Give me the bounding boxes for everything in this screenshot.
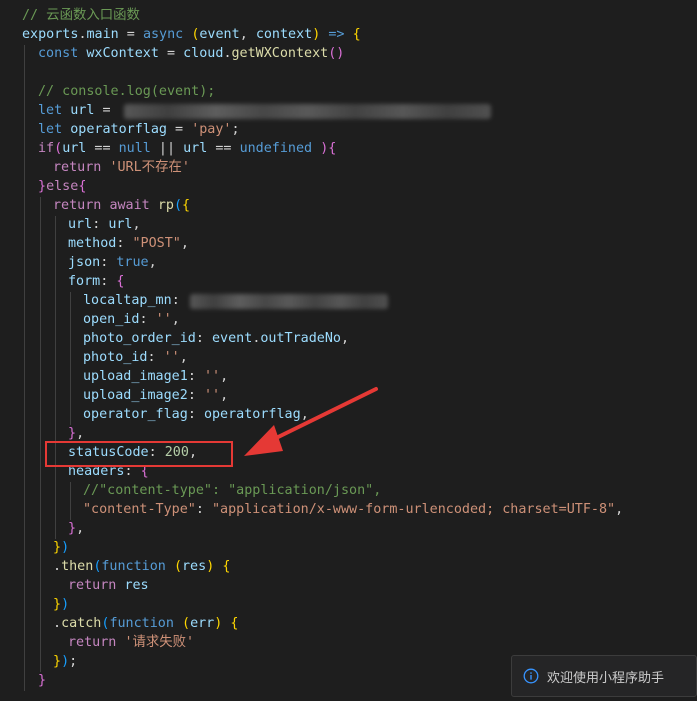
toast-message: 欢迎使用小程序助手: [547, 670, 665, 686]
info-icon: [523, 668, 539, 684]
annotation-arrow: [244, 387, 378, 456]
notification-toast[interactable]: 欢迎使用小程序助手: [511, 655, 697, 697]
